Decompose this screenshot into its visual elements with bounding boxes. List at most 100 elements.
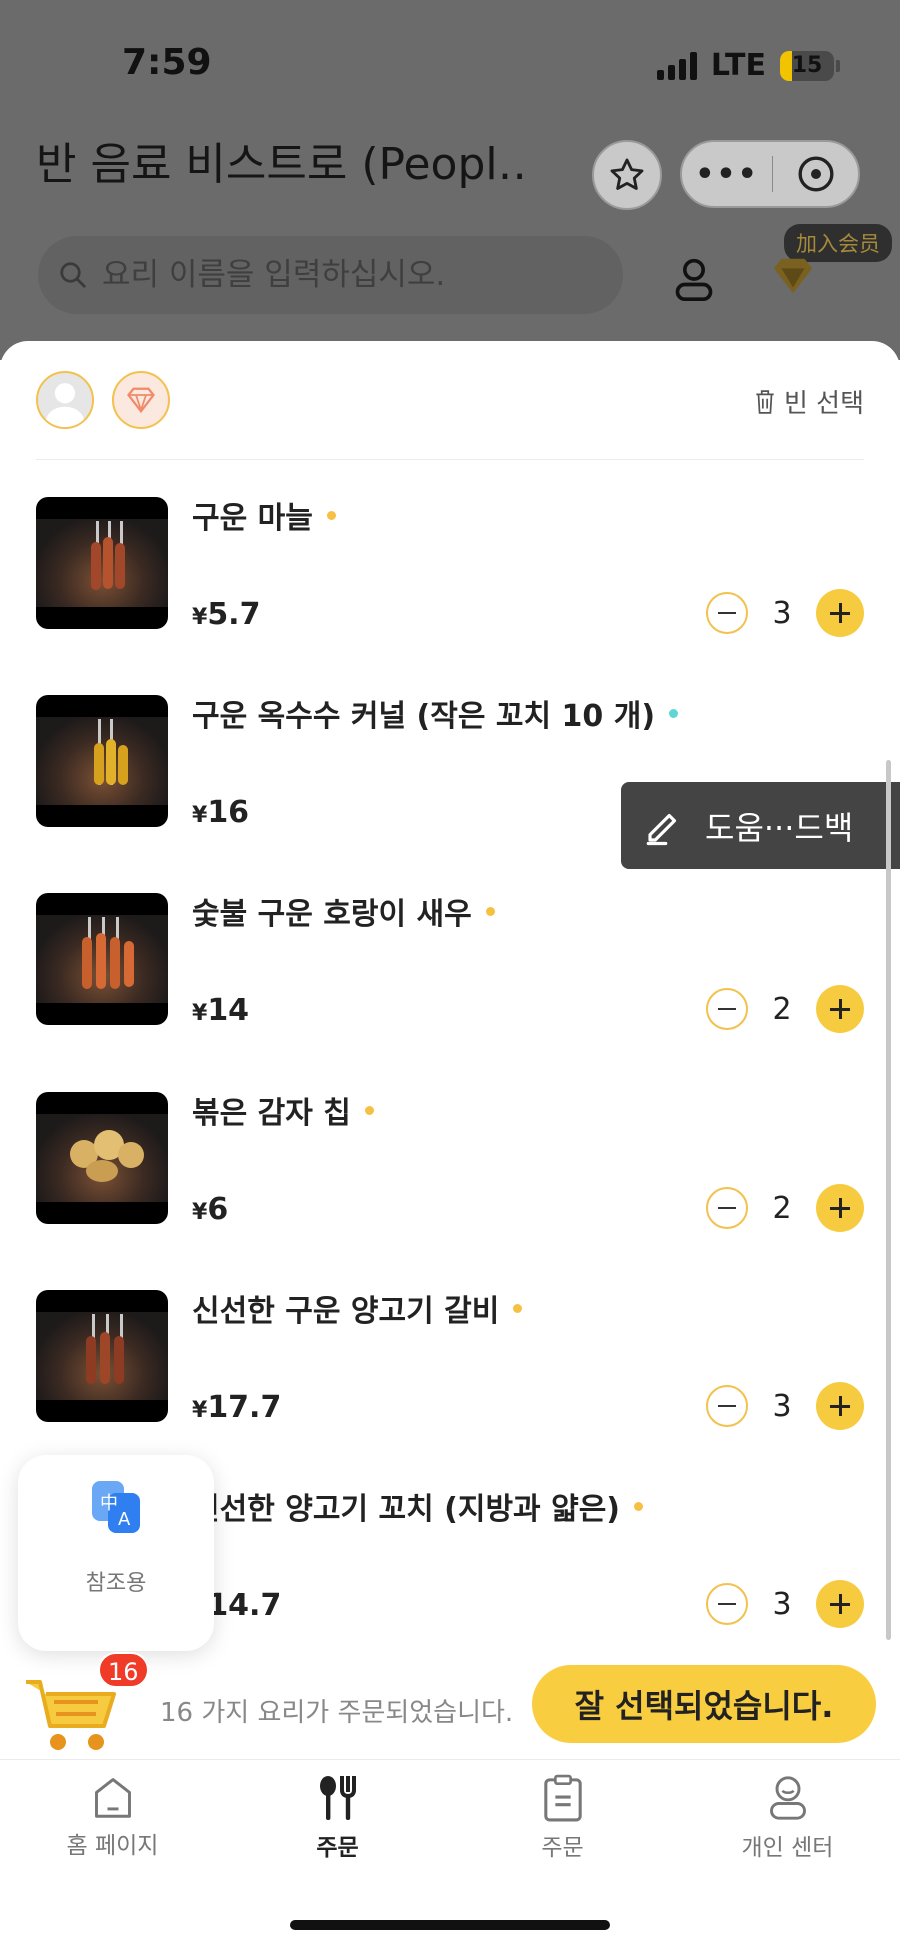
dish-tag-dot (634, 1502, 643, 1511)
decrease-button[interactable] (706, 1187, 748, 1229)
dish-price: ¥6 (192, 1192, 229, 1227)
dish-name: 신선한 양고기 꼬치 (지방과 얇은) (192, 1484, 643, 1528)
list-item: 신선한 구운 양고기 갈비 ¥17.7 3 (36, 1290, 864, 1430)
cart-count-badge: 16 (98, 1652, 149, 1688)
dish-image (36, 1290, 168, 1422)
dish-price: ¥5.7 (192, 597, 261, 632)
dish-price: ¥17.7 (192, 1390, 282, 1425)
dish-image (36, 695, 168, 827)
dish-image (36, 1092, 168, 1224)
home-icon (94, 1778, 131, 1818)
dimmed-overlay[interactable]: 7:59 LTE 15 반 음료 비스트로 (Peopl… ••• 加入会员 (0, 0, 900, 360)
clipboard-icon (543, 1774, 582, 1822)
cart-bar: 16 16 가지 요리가 주문되었습니다. 잘 선택되었습니다. (0, 1652, 900, 1757)
increase-button[interactable] (816, 1580, 864, 1628)
tab-label: 주문 (316, 1835, 359, 1861)
quantity-stepper: 2 (706, 1184, 864, 1232)
quantity-stepper: 3 (706, 1382, 864, 1430)
cutlery-icon (319, 1776, 356, 1820)
decrease-button[interactable] (706, 988, 748, 1030)
list-item: 볶은 감자 칩 ¥6 2 (36, 1092, 864, 1232)
checkout-button[interactable]: 잘 선택되었습니다. (532, 1665, 876, 1743)
quantity-stepper: 2 (706, 985, 864, 1033)
miniprogram-capsule: ••• (680, 140, 860, 208)
increase-button[interactable] (816, 985, 864, 1033)
dish-tag-dot (669, 709, 679, 718)
edit-icon (646, 813, 677, 845)
search-bar[interactable] (38, 236, 623, 314)
search-icon (60, 262, 86, 288)
battery-level: 15 (791, 53, 823, 78)
close-circle-icon (798, 156, 833, 192)
dish-name: 신선한 구운 양고기 갈비 (192, 1286, 523, 1330)
trash-icon (756, 389, 774, 414)
signal-icon (656, 51, 697, 80)
clear-cart-button[interactable]: 빈 선택 (754, 383, 864, 420)
decrease-button[interactable] (706, 1583, 748, 1625)
minus-icon (718, 1603, 736, 1605)
dish-tag-dot (364, 1106, 374, 1115)
dish-name: 구운 마늘 (192, 493, 336, 537)
quantity-value: 3 (772, 1586, 792, 1622)
list-item: 구운 마늘 ¥5.7 3 (36, 497, 864, 637)
tab-orders[interactable]: 주문 (450, 1760, 675, 1876)
divider (36, 459, 864, 460)
quantity-value: 3 (772, 595, 792, 631)
tab-home[interactable]: 홈 페이지 (0, 1760, 225, 1876)
vip-avatar (112, 371, 170, 429)
dish-image (36, 893, 168, 1025)
decrease-button[interactable] (706, 592, 748, 634)
tab-menu-order[interactable]: 주문 (225, 1760, 450, 1876)
feedback-label: 도움···드백 (705, 808, 854, 847)
more-button[interactable]: ••• (682, 157, 772, 192)
list-item: 숯불 구운 호랑이 새우 ¥14 2 (36, 893, 864, 1033)
home-indicator (290, 1920, 610, 1930)
tab-profile[interactable]: 개인 센터 (675, 1760, 900, 1876)
decrease-button[interactable] (706, 1385, 748, 1427)
minus-icon (718, 612, 736, 614)
translate-label: 참조용 (85, 1571, 147, 1596)
dish-tag-dot (485, 907, 495, 916)
tab-label: 개인 센터 (741, 1835, 834, 1861)
status-time: 7:59 (122, 42, 212, 83)
network-label: LTE (710, 48, 766, 83)
profile-icon (769, 1776, 806, 1820)
search-input[interactable] (100, 256, 584, 294)
page-title: 반 음료 비스트로 (Peopl… (36, 139, 526, 190)
increase-button[interactable] (816, 1382, 864, 1430)
avatar-placeholder-icon (44, 383, 86, 427)
star-icon (610, 158, 644, 190)
scrollbar[interactable] (886, 760, 891, 1640)
dish-tag-dot (326, 511, 336, 520)
user-button[interactable] (672, 255, 716, 307)
dish-price: ¥14 (192, 993, 250, 1028)
minus-icon (718, 1405, 736, 1407)
dish-price: ¥16 (192, 795, 250, 830)
translate-floating-card[interactable]: 中 A 참조용 (18, 1455, 214, 1651)
quantity-value: 2 (772, 991, 792, 1027)
bottom-tab-bar: 홈 페이지 주문 주문 개인 센터 (0, 1759, 900, 1876)
tab-label: 주문 (541, 1835, 584, 1861)
increase-button[interactable] (816, 1184, 864, 1232)
feedback-toast[interactable]: 도움···드백 (621, 782, 900, 869)
dish-name: 구운 옥수수 커널 (작은 꼬치 10 개) (192, 691, 679, 735)
user-icon (675, 258, 713, 301)
increase-button[interactable] (816, 589, 864, 637)
dish-name: 볶은 감자 칩 (192, 1088, 374, 1132)
user-avatar (36, 371, 94, 429)
minus-icon (718, 1207, 736, 1209)
diamond-icon[interactable] (770, 256, 816, 300)
close-button[interactable] (773, 154, 858, 194)
svg-text:中: 中 (100, 1493, 118, 1514)
quantity-stepper: 3 (706, 589, 864, 637)
tab-label: 홈 페이지 (66, 1833, 159, 1859)
cart-summary: 16 가지 요리가 주문되었습니다. (160, 1698, 514, 1728)
dish-name: 숯불 구운 호랑이 새우 (192, 889, 495, 933)
quantity-value: 3 (772, 1388, 792, 1424)
clear-cart-label: 빈 선택 (783, 389, 864, 419)
favorite-button[interactable] (592, 140, 662, 210)
minus-icon (718, 1008, 736, 1010)
battery-icon: 15 (780, 50, 840, 81)
dish-image (36, 497, 168, 629)
status-indicators: LTE 15 (656, 48, 840, 83)
